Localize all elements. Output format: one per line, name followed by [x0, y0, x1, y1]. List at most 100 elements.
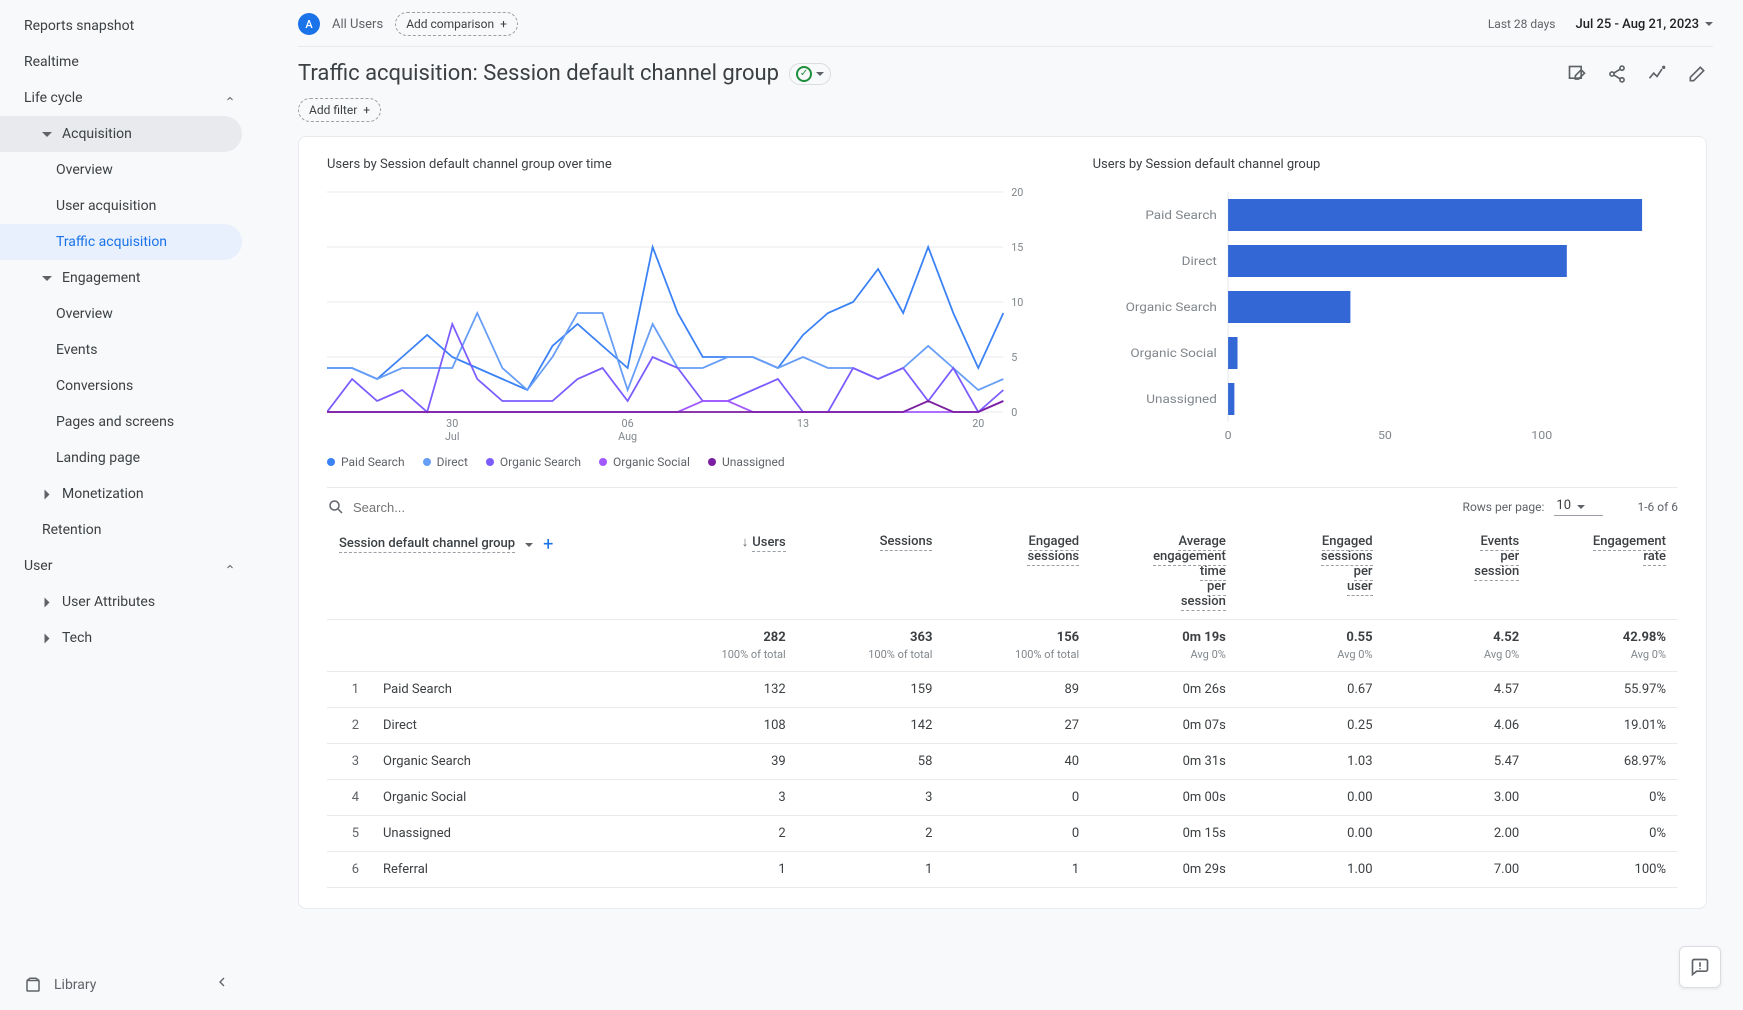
add-filter-button[interactable]: Add filter +	[298, 98, 381, 122]
rows-per-page-value: 10	[1556, 498, 1571, 513]
chevron-down-icon	[816, 72, 824, 76]
legend-item[interactable]: Unassigned	[708, 455, 785, 469]
legend-dot-icon	[327, 458, 335, 466]
sidebar-item-engagement[interactable]: Engagement	[0, 260, 250, 296]
sidebar-item-tech[interactable]: Tech	[0, 620, 250, 656]
bar-chart-title: Users by Session default channel group	[1093, 157, 1678, 172]
bar-chart: Users by Session default channel group P…	[1093, 157, 1678, 469]
sidebar-item-label: User Attributes	[62, 594, 155, 610]
chevron-down-icon	[42, 132, 52, 137]
page-title: Traffic acquisition: Session default cha…	[298, 61, 779, 86]
svg-text:Paid Search: Paid Search	[1145, 209, 1217, 223]
column-header[interactable]: Engagedsessionsperuser	[1238, 524, 1385, 620]
svg-text:0: 0	[1224, 429, 1231, 442]
main-content: A All Users Add comparison + Last 28 day…	[250, 0, 1743, 1010]
table-search-input[interactable]	[353, 500, 553, 515]
table-row[interactable]: 6Referral1110m 29s1.007.00100%	[327, 852, 1678, 888]
svg-text:Organic Social: Organic Social	[1130, 347, 1217, 361]
svg-text:Organic Search: Organic Search	[1125, 301, 1216, 315]
sidebar-item-pages[interactable]: Pages and screens	[0, 404, 250, 440]
table-controls: Rows per page: 10 1-6 of 6	[327, 487, 1678, 516]
column-header[interactable]: ↓Users	[651, 524, 798, 620]
sidebar-item-traffic-acquisition[interactable]: Traffic acquisition	[0, 224, 242, 260]
sidebar-section-user[interactable]: User	[0, 548, 250, 584]
table-row[interactable]: 4Organic Social3300m 00s0.003.000%	[327, 780, 1678, 816]
line-chart-title: Users by Session default channel group o…	[327, 157, 1043, 172]
date-range-picker[interactable]: Jul 25 - Aug 21, 2023	[1575, 17, 1713, 32]
chevron-up-icon	[224, 561, 234, 571]
svg-text:Unassigned: Unassigned	[1146, 393, 1217, 407]
svg-text:Jul: Jul	[445, 430, 459, 443]
sidebar-item-label: Monetization	[62, 486, 144, 502]
legend-label: Unassigned	[722, 455, 785, 469]
sidebar-item-conversions[interactable]: Conversions	[0, 368, 250, 404]
table-row[interactable]: 3Organic Search3958400m 31s1.035.4768.97…	[327, 744, 1678, 780]
svg-text:20: 20	[972, 417, 984, 430]
sidebar-item-events[interactable]: Events	[0, 332, 250, 368]
sidebar-item-eng-overview[interactable]: Overview	[0, 296, 250, 332]
table-totals-row: 282100% of total363100% of total156100% …	[327, 620, 1678, 672]
column-header[interactable]: Sessions	[798, 524, 945, 620]
chart-legend: Paid Search Direct Organic Search Organic S…	[327, 455, 1043, 469]
edit-icon[interactable]	[1687, 64, 1707, 84]
svg-text:30: 30	[446, 417, 458, 430]
svg-text:15: 15	[1011, 241, 1023, 254]
legend-dot-icon	[486, 458, 494, 466]
check-circle-icon: ✓	[796, 66, 812, 82]
svg-text:5: 5	[1011, 351, 1017, 364]
column-header[interactable]: Engagementrate	[1531, 524, 1678, 620]
legend-item[interactable]: Paid Search	[327, 455, 405, 469]
sidebar-section-lifecycle[interactable]: Life cycle	[0, 80, 250, 116]
sidebar-item-realtime[interactable]: Realtime	[0, 44, 250, 80]
date-range-text: Jul 25 - Aug 21, 2023	[1575, 17, 1699, 32]
line-chart: Users by Session default channel group o…	[327, 157, 1043, 469]
legend-label: Organic Search	[500, 455, 581, 469]
sidebar-section-label: User	[24, 558, 52, 574]
share-icon[interactable]	[1607, 64, 1627, 84]
sidebar-item-retention[interactable]: Retention	[0, 512, 250, 548]
sidebar-item-reports-snapshot[interactable]: Reports snapshot	[0, 8, 250, 44]
legend-item[interactable]: Organic Social	[599, 455, 690, 469]
title-row: Traffic acquisition: Session default cha…	[250, 47, 1743, 94]
column-header[interactable]: Engagedsessions	[944, 524, 1091, 620]
sidebar-item-acq-overview[interactable]: Overview	[0, 152, 250, 188]
legend-dot-icon	[423, 458, 431, 466]
sidebar-item-user-acquisition[interactable]: User acquisition	[0, 188, 250, 224]
data-table: Session default channel group + ↓UsersSe…	[327, 524, 1678, 888]
chevron-down-icon[interactable]	[525, 543, 533, 547]
library-icon	[24, 976, 42, 994]
plus-icon: +	[500, 17, 507, 31]
column-header[interactable]: Eventspersession	[1385, 524, 1532, 620]
sidebar-item-acquisition[interactable]: Acquisition	[0, 116, 242, 152]
legend-item[interactable]: Organic Search	[486, 455, 581, 469]
feedback-button[interactable]	[1679, 946, 1721, 988]
table-row[interactable]: 2Direct108142270m 07s0.254.0619.01%	[327, 708, 1678, 744]
dimension-header[interactable]: Session default channel group	[339, 536, 515, 553]
sidebar: Reports snapshot Realtime Life cycle Acq…	[0, 0, 250, 1010]
report-status-badge[interactable]: ✓	[789, 63, 831, 85]
add-dimension-button[interactable]: +	[543, 534, 553, 555]
table-row[interactable]: 1Paid Search132159890m 26s0.674.5755.97%	[327, 672, 1678, 708]
column-header[interactable]: Averageengagementtimepersession	[1091, 524, 1238, 620]
customize-report-icon[interactable]	[1567, 64, 1587, 84]
sidebar-collapse-button[interactable]	[210, 970, 234, 994]
chevron-right-icon	[45, 489, 50, 499]
table-row[interactable]: 5Unassigned2200m 15s0.002.000%	[327, 816, 1678, 852]
sidebar-item-label: Engagement	[62, 270, 140, 286]
svg-text:06: 06	[622, 417, 634, 430]
legend-label: Organic Social	[613, 455, 690, 469]
chevron-up-icon	[224, 93, 234, 103]
sidebar-item-user-attributes[interactable]: User Attributes	[0, 584, 250, 620]
svg-text:100: 100	[1531, 429, 1552, 442]
sidebar-item-monetization[interactable]: Monetization	[0, 476, 250, 512]
rows-per-page-select[interactable]: 10	[1554, 498, 1603, 516]
title-actions	[1567, 64, 1707, 84]
svg-text:50: 50	[1378, 429, 1392, 442]
sidebar-item-label: Acquisition	[62, 126, 132, 142]
add-comparison-label: Add comparison	[406, 17, 494, 31]
legend-item[interactable]: Direct	[423, 455, 468, 469]
insights-icon[interactable]	[1647, 64, 1667, 84]
add-comparison-button[interactable]: Add comparison +	[395, 12, 518, 36]
sidebar-item-landing[interactable]: Landing page	[0, 440, 250, 476]
chevron-right-icon	[45, 597, 50, 607]
